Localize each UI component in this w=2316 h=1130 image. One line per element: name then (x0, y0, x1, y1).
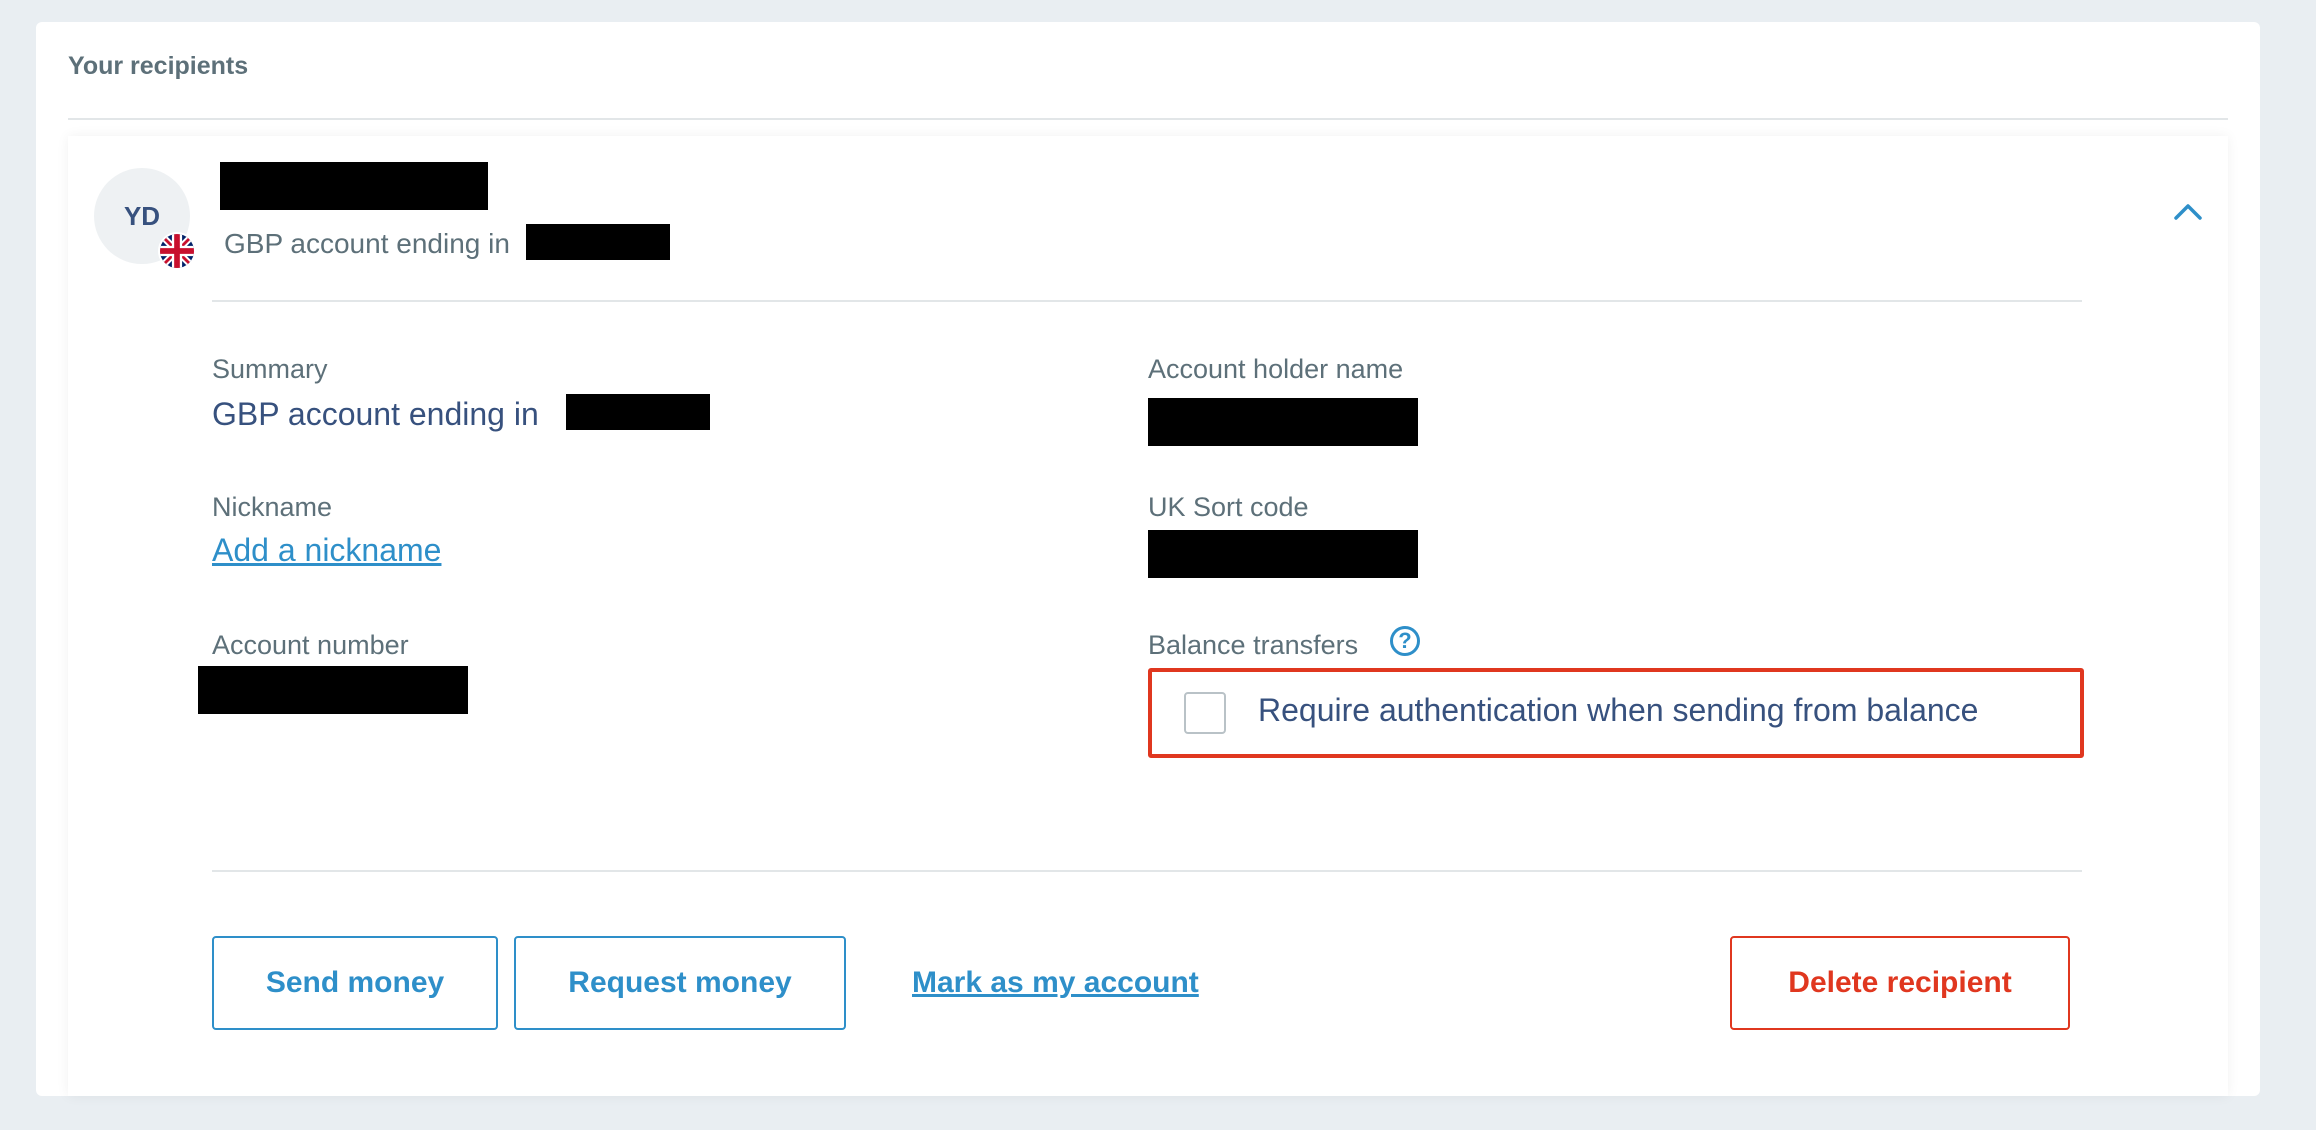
account-holder-redacted (1148, 398, 1418, 446)
chevron-up-icon[interactable] (2168, 196, 2208, 226)
sort-code-label: UK Sort code (1148, 492, 1309, 522)
summary-label: Summary (212, 354, 328, 384)
add-nickname-link[interactable]: Add a nickname (212, 532, 441, 569)
section-title: Your recipients (68, 52, 249, 80)
auth-requirement-row: Require authentication when sending from… (1148, 668, 2084, 758)
require-auth-checkbox[interactable] (1184, 692, 1226, 734)
summary-ending-redacted (566, 394, 710, 430)
account-number-label: Account number (212, 630, 409, 660)
require-auth-label[interactable]: Require authentication when sending from… (1258, 692, 1978, 729)
recipient-panel: YD GBP account ending in Summary GBP acc… (68, 136, 2228, 1096)
nickname-label: Nickname (212, 492, 333, 522)
summary-value: GBP account ending in (212, 396, 539, 432)
account-number-redacted (198, 666, 468, 714)
balance-transfers-label: Balance transfers (1148, 630, 1359, 660)
uk-flag-icon (158, 232, 196, 270)
recipient-name-redacted (220, 162, 488, 210)
section-divider (68, 118, 2228, 120)
delete-recipient-button[interactable]: Delete recipient (1730, 936, 2070, 1030)
sort-code-redacted (1148, 530, 1418, 578)
send-money-button[interactable]: Send money (212, 936, 498, 1030)
recipient-subtitle: GBP account ending in (224, 228, 510, 259)
account-holder-label: Account holder name (1148, 354, 1404, 384)
help-icon[interactable]: ? (1390, 626, 1420, 656)
account-ending-redacted (526, 224, 670, 260)
mark-as-my-account-link[interactable]: Mark as my account (912, 966, 1199, 1000)
request-money-button[interactable]: Request money (514, 936, 846, 1030)
actions-divider (212, 870, 2082, 872)
details-divider (212, 300, 2082, 302)
